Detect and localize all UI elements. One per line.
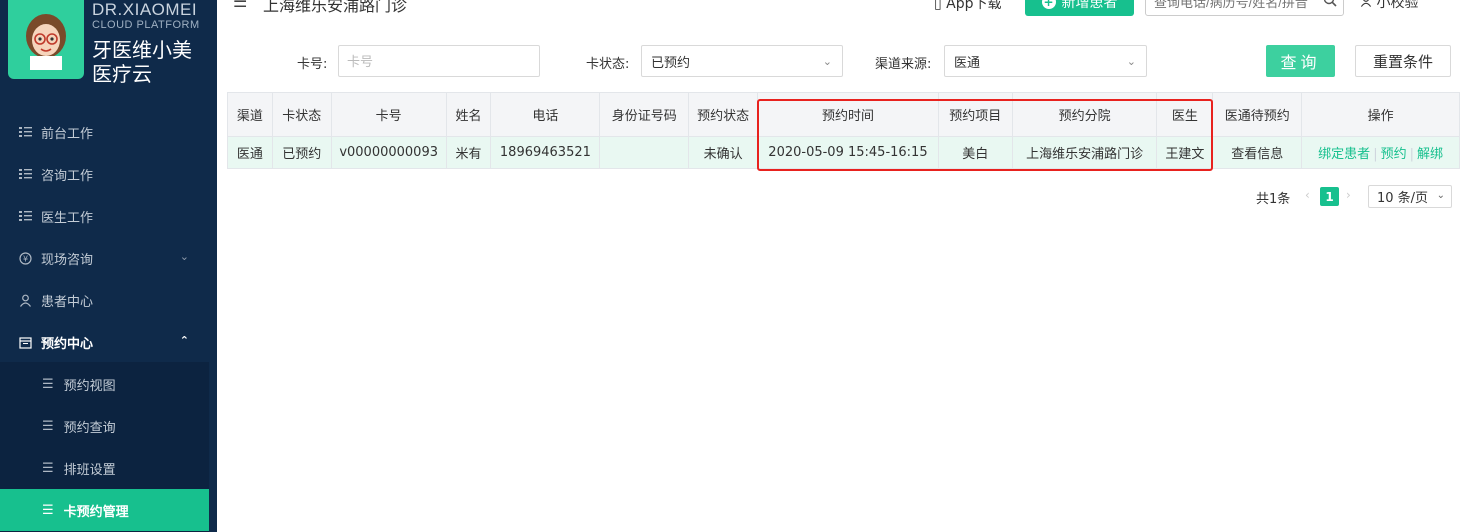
cell-channel: 医通 <box>227 136 273 169</box>
app-download-link[interactable]: ▯ App下载 <box>934 0 1002 13</box>
calendar-icon <box>18 335 32 349</box>
list-lines-icon: ☰ <box>42 460 54 476</box>
doctor-avatar-icon <box>26 14 66 70</box>
sidebar-item-consult[interactable]: 咨询工作 <box>0 153 217 195</box>
search-input[interactable] <box>1146 0 1316 15</box>
logo-avatar <box>8 0 84 79</box>
sidebar-item-onsite-consult[interactable]: ¥ 现场咨询 ⌄ <box>0 237 217 279</box>
column-header: 身份证号码 <box>599 92 690 137</box>
page-current[interactable]: 1 <box>1320 187 1339 206</box>
next-page-icon[interactable]: › <box>1346 188 1351 202</box>
sidebar-subitem-label: 排班设置 <box>63 462 116 478</box>
search-icon[interactable] <box>1323 0 1337 11</box>
plus-icon: + <box>1041 0 1056 9</box>
menu-toggle-icon[interactable]: ☰ <box>233 0 247 11</box>
reset-button[interactable]: 重置条件 <box>1355 45 1451 77</box>
list-icon <box>18 209 32 223</box>
column-header: 操作 <box>1301 92 1460 137</box>
highlight-box <box>757 99 1213 171</box>
svg-text:¥: ¥ <box>22 254 27 263</box>
sidebar-item-label: 患者中心 <box>41 294 94 310</box>
user-icon <box>1360 0 1376 11</box>
sidebar-subitem-card-appt[interactable]: ☰ 卡预约管理 <box>0 489 209 531</box>
query-button[interactable]: 查询 <box>1266 45 1335 77</box>
column-header: 姓名 <box>445 92 492 137</box>
card-no-field[interactable] <box>338 45 540 77</box>
channel-label: 渠道来源: <box>875 57 932 72</box>
sidebar-item-doctor[interactable]: 医生工作 <box>0 195 217 237</box>
sidebar-item-label: 现场咨询 <box>41 252 94 268</box>
column-header: 医通待预约 <box>1212 92 1303 137</box>
new-patient-button[interactable]: + 新增患者 <box>1025 0 1134 16</box>
card-no-input[interactable] <box>339 46 539 76</box>
cell-phone: 18969463521 <box>490 136 601 169</box>
cell-card-no: v00000000093 <box>330 136 447 169</box>
user-menu[interactable]: 小校验 <box>1360 0 1418 12</box>
list-icon <box>18 125 32 139</box>
sidebar: DR.XIAOMEI CLOUD PLATFORM 牙医维小美 医疗云 前台工作… <box>0 0 217 532</box>
coin-icon: ¥ <box>18 251 32 265</box>
store-name: 上海维乐安浦路门诊 <box>263 0 408 15</box>
chevron-down-icon: ⌄ <box>822 55 832 68</box>
cell-card-status: 已预约 <box>271 136 332 169</box>
user-icon <box>18 293 32 307</box>
prev-page-icon[interactable]: ‹ <box>1305 188 1310 202</box>
cell-appt-status: 未确认 <box>688 136 759 169</box>
card-status-label: 卡状态: <box>586 57 630 72</box>
card-status-select[interactable]: 已预约 ⌄ <box>641 45 843 77</box>
chevron-down-icon: ⌄ <box>179 250 189 263</box>
book-link[interactable]: 预约 <box>1381 147 1407 162</box>
brand-subtitle-cn: 医疗云 <box>92 62 152 86</box>
channel-select[interactable]: 医通 ⌄ <box>944 45 1147 77</box>
patient-search[interactable] <box>1145 0 1344 16</box>
column-header: 卡号 <box>330 92 447 137</box>
column-header: 卡状态 <box>271 92 332 137</box>
brand-subtitle-en: CLOUD PLATFORM <box>92 19 200 31</box>
list-lines-icon: ☰ <box>42 502 54 518</box>
column-header: 预约状态 <box>688 92 759 137</box>
pagination-total: 共1条 <box>1256 192 1291 207</box>
list-lines-icon: ☰ <box>42 376 54 392</box>
divider: | <box>1409 147 1414 162</box>
sidebar-subitem-label: 卡预约管理 <box>63 504 129 520</box>
sidebar-subitem-appt-view[interactable]: ☰ 预约视图 <box>0 363 209 405</box>
page-size-select[interactable]: 10 条/页 ⌄ <box>1368 185 1452 208</box>
sidebar-subitem-appt-query[interactable]: ☰ 预约查询 <box>0 405 209 447</box>
sidebar-item-front-desk[interactable]: 前台工作 <box>0 111 217 153</box>
cell-operations: 绑定患者 | 预约 | 解绑 <box>1301 136 1460 169</box>
cell-id-no <box>599 136 690 169</box>
sidebar-item-appointments[interactable]: 预约中心 ⌃ <box>0 321 217 363</box>
phone-icon: ▯ <box>934 0 942 12</box>
list-lines-icon: ☰ <box>42 418 54 434</box>
sidebar-item-label: 预约中心 <box>41 336 94 352</box>
bind-patient-link[interactable]: 绑定患者 <box>1318 147 1370 162</box>
chevron-down-icon: ⌄ <box>1126 55 1136 68</box>
sidebar-item-patients[interactable]: 患者中心 <box>0 279 217 321</box>
sidebar-item-label: 前台工作 <box>41 126 94 142</box>
brand-name-en: DR.XIAOMEI <box>92 0 198 19</box>
cell-patient-name-link[interactable]: 米有 <box>445 136 492 169</box>
card-no-label: 卡号: <box>297 57 328 72</box>
divider: | <box>1373 147 1378 162</box>
sidebar-subitem-label: 预约视图 <box>63 378 116 394</box>
view-info-link[interactable]: 查看信息 <box>1212 136 1303 169</box>
unbind-link[interactable]: 解绑 <box>1417 147 1443 162</box>
sidebar-item-label: 医生工作 <box>41 210 94 226</box>
sidebar-subitem-schedule[interactable]: ☰ 排班设置 <box>0 447 209 489</box>
column-header: 渠道 <box>227 92 273 137</box>
column-header: 电话 <box>490 92 601 137</box>
chevron-down-icon: ⌄ <box>1436 190 1445 201</box>
sidebar-item-label: 咨询工作 <box>41 168 94 184</box>
list-icon <box>18 167 32 181</box>
top-bar: ☰ 上海维乐安浦路门诊 ▯ App下载 + 新增患者 小校验 <box>217 0 1460 22</box>
chevron-up-icon: ⌃ <box>179 334 189 347</box>
sidebar-subitem-label: 预约查询 <box>63 420 116 436</box>
